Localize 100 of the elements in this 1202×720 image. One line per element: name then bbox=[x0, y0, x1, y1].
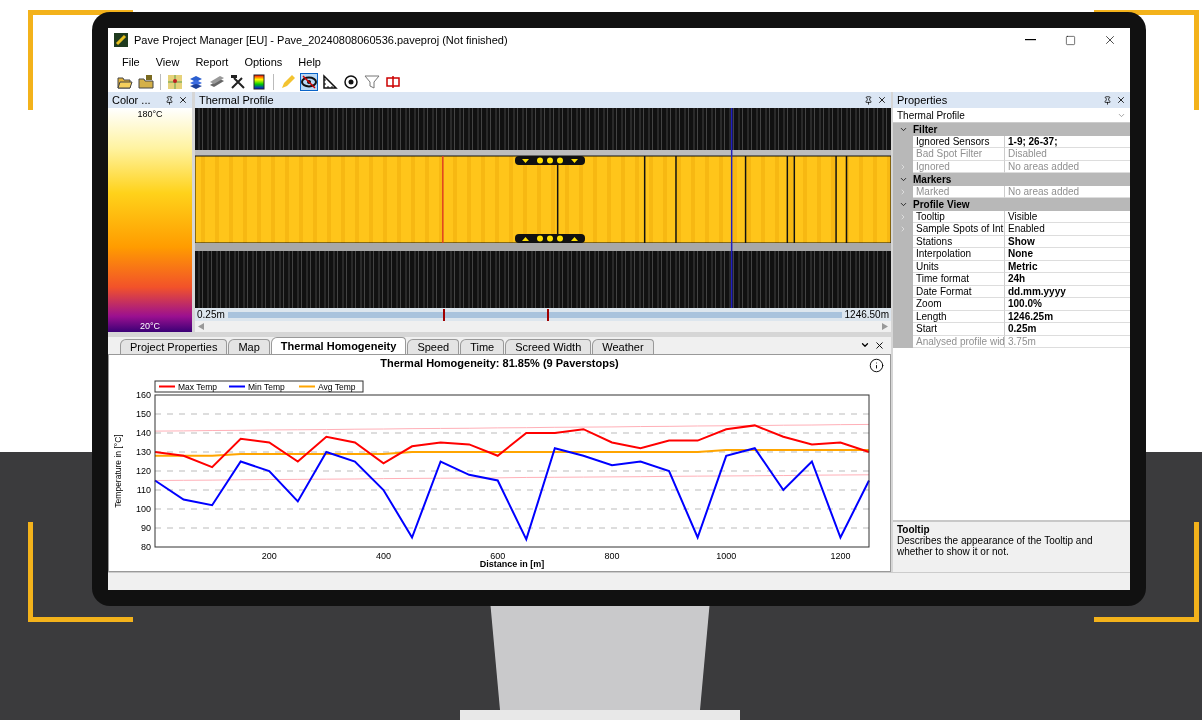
property-value[interactable]: Metric bbox=[1005, 260, 1130, 273]
tab[interactable]: Thermal Homogeneity bbox=[270, 337, 407, 354]
property-value[interactable]: 24h bbox=[1005, 273, 1130, 286]
open-folder-icon bbox=[117, 74, 133, 90]
x-tick-label: 1000 bbox=[716, 551, 737, 561]
pin-icon[interactable] bbox=[864, 95, 873, 105]
tab[interactable]: Speed bbox=[407, 339, 460, 354]
help-text: Describes the appearance of the Tooltip and whether to show it or not. bbox=[897, 535, 1094, 557]
pin-icon[interactable] bbox=[1103, 95, 1112, 105]
legend-label: Max Temp bbox=[178, 382, 218, 392]
map-icon bbox=[167, 74, 183, 90]
menu-item[interactable]: View bbox=[147, 54, 188, 70]
menu-item[interactable]: Help bbox=[290, 54, 329, 70]
property-value[interactable]: Visible bbox=[1005, 210, 1130, 223]
close-icon[interactable] bbox=[877, 95, 887, 105]
y-tick-label: 90 bbox=[141, 523, 151, 533]
target-icon bbox=[343, 74, 359, 90]
info-icon[interactable] bbox=[869, 358, 884, 373]
y-tick-label: 120 bbox=[135, 466, 151, 476]
y-axis-label: Temperature in [°C] bbox=[113, 434, 123, 508]
tab[interactable]: Weather bbox=[592, 339, 654, 354]
y-tick-label: 130 bbox=[135, 447, 151, 457]
menu-item[interactable]: Options bbox=[236, 54, 291, 70]
x-tick-label: 800 bbox=[604, 551, 620, 561]
y-tick-label: 100 bbox=[135, 504, 151, 514]
help-title: Tooltip bbox=[897, 524, 930, 535]
property-name: Time format bbox=[913, 273, 1005, 286]
property-value[interactable]: Show bbox=[1005, 235, 1130, 248]
category-name: Filter bbox=[913, 123, 938, 135]
x-tick-label: 600 bbox=[490, 551, 506, 561]
property-name: Bad Spot Filter bbox=[913, 148, 1005, 161]
panel-title: Thermal Profile bbox=[199, 94, 275, 106]
property-name: Length bbox=[913, 310, 1005, 323]
layers-icon bbox=[188, 74, 204, 90]
property-name: Sample Spots of Int bbox=[913, 223, 1005, 236]
property-value[interactable]: 1-9; 26-37; bbox=[1005, 135, 1130, 148]
property-name: Tooltip bbox=[913, 210, 1005, 223]
tab[interactable]: Project Properties bbox=[120, 339, 228, 354]
minimize-icon bbox=[1024, 39, 1036, 41]
ruler-track[interactable] bbox=[227, 311, 842, 318]
legend-label: Min Temp bbox=[248, 382, 285, 392]
maximize-icon bbox=[1064, 34, 1076, 46]
property-category[interactable]: Profile View bbox=[893, 198, 1130, 211]
close-icon[interactable] bbox=[874, 339, 885, 351]
x-tick-label: 200 bbox=[261, 551, 277, 561]
toolbar-button[interactable] bbox=[250, 73, 268, 91]
category-name: Markers bbox=[913, 173, 952, 185]
toolbar-button[interactable] bbox=[342, 73, 360, 91]
property-value[interactable]: 1246.25m bbox=[1005, 310, 1130, 323]
category-name: Profile View bbox=[913, 198, 970, 210]
scale-max-label: 180°C bbox=[137, 108, 163, 120]
app-logo-icon bbox=[114, 33, 128, 47]
scale-min-label: 20°C bbox=[139, 320, 161, 332]
pencil-icon bbox=[280, 74, 296, 90]
hidden-eye-icon bbox=[301, 74, 317, 90]
end-distance: 1246.50m bbox=[844, 309, 889, 320]
object-dropdown[interactable]: Thermal Profile bbox=[893, 108, 1130, 123]
property-category[interactable]: Markers bbox=[893, 173, 1130, 186]
property-name: Date Format bbox=[913, 285, 1005, 298]
close-icon[interactable] bbox=[1116, 95, 1126, 105]
property-name: Units bbox=[913, 260, 1005, 273]
tab[interactable]: Map bbox=[228, 339, 270, 354]
property-name: Stations bbox=[913, 235, 1005, 248]
toolbar-button[interactable] bbox=[321, 73, 339, 91]
y-tick-label: 110 bbox=[136, 485, 151, 495]
y-tick-label: 80 bbox=[141, 542, 151, 552]
property-value[interactable]: 0.25m bbox=[1005, 323, 1130, 336]
legend-label: Avg Temp bbox=[318, 382, 356, 392]
screed-icon bbox=[209, 74, 225, 90]
close-icon bbox=[1103, 33, 1117, 47]
close-icon[interactable] bbox=[178, 95, 188, 105]
y-tick-label: 160 bbox=[135, 390, 151, 400]
window-title: Pave Project Manager [EU] - Pave_20240808060536.paveproj (Not finished) bbox=[134, 34, 509, 46]
property-category[interactable]: Filter bbox=[893, 123, 1130, 136]
toolbar-button[interactable] bbox=[300, 73, 318, 91]
tab[interactable]: Time bbox=[460, 339, 505, 354]
x-tick-label: 1200 bbox=[830, 551, 851, 561]
x-axis-label: Distance in [m] bbox=[479, 559, 545, 569]
y-tick-label: 150 bbox=[135, 409, 151, 419]
folder-icon bbox=[138, 74, 154, 90]
property-value[interactable]: Enabled bbox=[1005, 223, 1130, 236]
menu-item[interactable]: Report bbox=[187, 54, 237, 70]
property-value[interactable]: 100.0% bbox=[1005, 298, 1130, 311]
property-name: Start bbox=[913, 323, 1005, 336]
x-tick-label: 400 bbox=[375, 551, 391, 561]
y-tick-label: 140 bbox=[135, 428, 151, 438]
pin-icon[interactable] bbox=[165, 95, 174, 105]
tools-icon bbox=[230, 74, 246, 90]
toolbar-button[interactable] bbox=[229, 73, 247, 91]
tab[interactable]: Screed Width bbox=[505, 339, 592, 354]
chart-title: Thermal Homogeneity: 81.85% (9 Paverstops) bbox=[380, 357, 619, 369]
panel-title: Properties bbox=[897, 94, 949, 106]
property-name: Ignored Sensors bbox=[913, 135, 1005, 148]
property-value[interactable]: None bbox=[1005, 248, 1130, 261]
menu-item[interactable]: File bbox=[114, 54, 148, 70]
palette-icon bbox=[251, 74, 267, 90]
start-distance: 0.25m bbox=[197, 309, 225, 320]
panel-title: Color ... bbox=[112, 94, 152, 106]
property-name: Interpolation bbox=[913, 248, 1005, 261]
property-value[interactable]: dd.mm.yyyy bbox=[1005, 285, 1130, 298]
